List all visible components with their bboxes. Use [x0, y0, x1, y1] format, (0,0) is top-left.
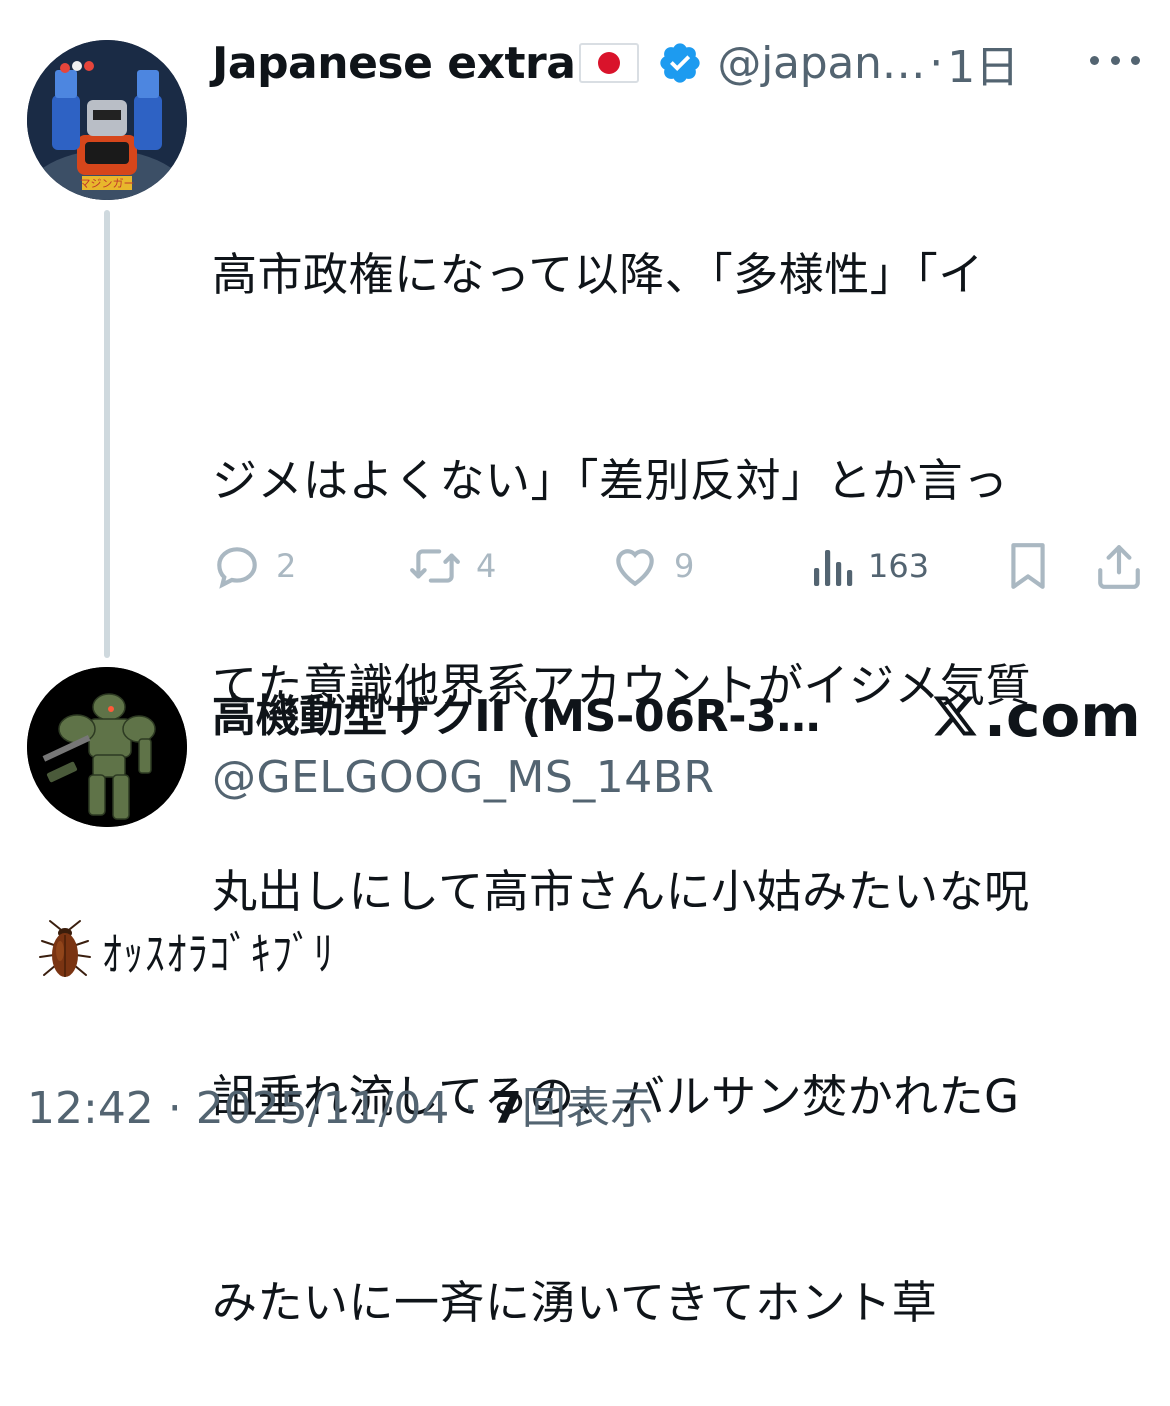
views-count: 163 — [868, 547, 930, 585]
reply-icon — [217, 547, 257, 589]
views-count-total: 7 — [491, 1083, 522, 1134]
tweet-meta: 12:42 · 2025/11/04 · 7回表示 — [27, 1072, 654, 1136]
robot-avatar-image: マジンガー — [27, 40, 187, 200]
tweet-time[interactable]: 1日 — [947, 31, 1019, 95]
reply-count: 2 — [276, 547, 297, 585]
views-button[interactable]: 163 — [810, 536, 929, 596]
tweet-text-line: 丸出しにして高市さんに小姑みたいな呪 — [212, 864, 1030, 918]
verified-badge-icon — [660, 43, 701, 83]
author-avatar[interactable]: マジンガー — [27, 40, 187, 200]
bookmark-button[interactable] — [1006, 536, 1050, 596]
japan-flag-icon — [579, 43, 640, 83]
repost-button[interactable]: 4 — [408, 536, 496, 596]
share-icon — [1098, 545, 1140, 589]
separator-dot: · — [929, 37, 944, 89]
views-label: 回表示 — [521, 1083, 654, 1134]
meta-dot: · — [153, 1083, 196, 1134]
thread-line — [104, 210, 110, 658]
bookmark-icon — [1011, 543, 1045, 589]
like-icon — [616, 549, 654, 587]
card-author-handle[interactable]: @GELGOOG_MS_14BR — [212, 752, 715, 803]
site-label[interactable]: .com — [930, 682, 1141, 750]
tweet-text-line: みたいに一斉に湧いてきてホント草 — [212, 1275, 938, 1329]
repost-icon — [410, 549, 460, 583]
x-logo-icon — [933, 696, 977, 736]
card-avatar[interactable] — [27, 667, 187, 827]
reply-text-row: ｵｯｽｵﾗｺﾞｷﾌﾞﾘ — [36, 918, 373, 984]
card-author-name[interactable]: 高機動型ザクII (MS-06R-3… — [212, 680, 821, 744]
repost-count: 4 — [476, 547, 497, 585]
tweet-text-line: ジメはよくない」「差別反対」とか言っ — [212, 453, 1009, 507]
author-name[interactable]: Japanese extra — [212, 38, 576, 89]
tweet-text-line: 高市政権になって以降、「多様性」「イ — [212, 248, 984, 301]
reply-text: ｵｯｽｵﾗｺﾞｷﾌﾞﾘ — [102, 927, 336, 981]
meta-dot: · — [449, 1083, 492, 1134]
post-time[interactable]: 12:42 — [27, 1083, 154, 1134]
reply-button[interactable]: 2 — [212, 536, 296, 596]
more-icon[interactable] — [1090, 52, 1140, 68]
zaku-avatar-image — [27, 667, 187, 827]
quoted-tweet-header: Japanese extra @japan… · 1日 — [212, 30, 1019, 96]
action-bar: 2 4 9 163 — [212, 536, 1147, 596]
views-icon — [814, 550, 853, 586]
site-domain: .com — [984, 682, 1141, 750]
share-button[interactable] — [1096, 536, 1142, 596]
svg-text:マジンガー: マジンガー — [80, 177, 135, 190]
author-handle[interactable]: @japan… — [717, 38, 925, 89]
post-date[interactable]: 2025/11/04 — [196, 1083, 450, 1134]
like-button[interactable]: 9 — [610, 536, 694, 596]
cockroach-icon — [39, 920, 91, 977]
like-count: 9 — [674, 547, 695, 585]
